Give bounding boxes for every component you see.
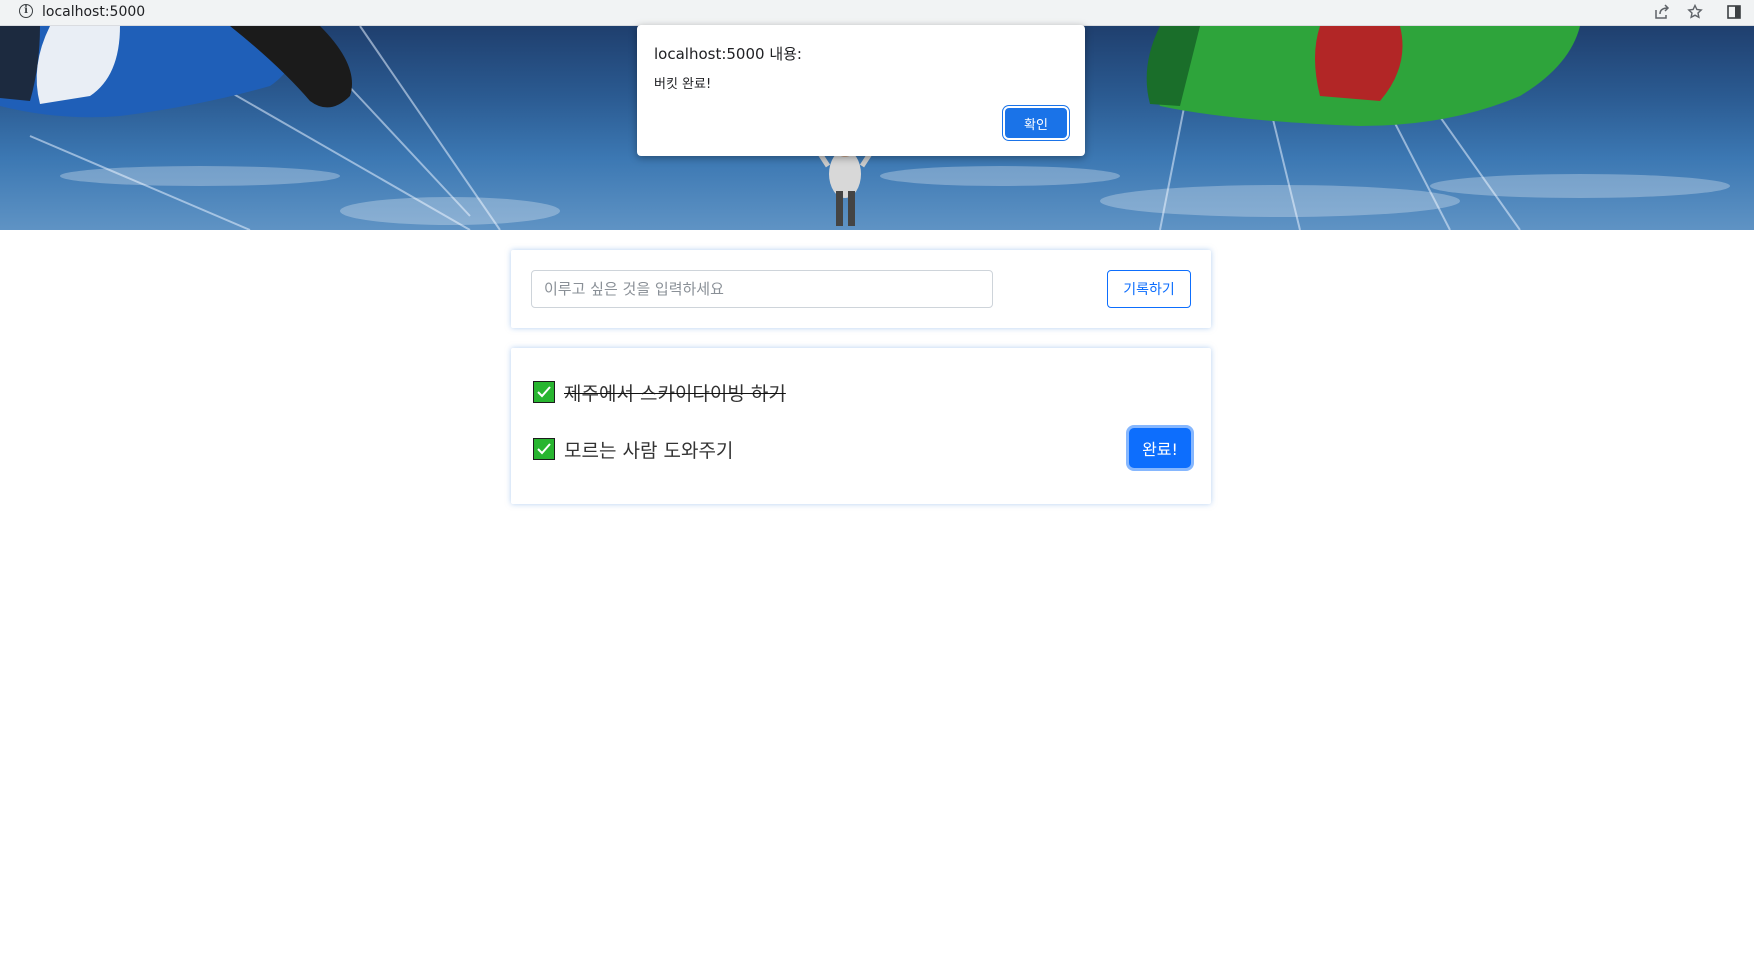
alert-ok-button[interactable]: 확인 bbox=[1005, 108, 1067, 138]
bucket-item-label-done: 제주에서 스카이다이빙 하기 bbox=[564, 382, 786, 405]
alert-message: 버킷 완료! bbox=[654, 77, 712, 92]
alert-dialog: localhost:5000 내용: 버킷 완료! 확인 bbox=[637, 25, 1085, 156]
complete-button[interactable]: 완료! bbox=[1129, 428, 1191, 468]
goal-input-card: 기록하기 bbox=[511, 250, 1211, 328]
browser-address-bar: i localhost:5000 bbox=[0, 0, 1754, 26]
check-icon bbox=[533, 381, 555, 403]
check-icon bbox=[533, 438, 555, 460]
alert-title: localhost:5000 내용: bbox=[654, 45, 802, 63]
record-button[interactable]: 기록하기 bbox=[1107, 270, 1191, 308]
star-icon[interactable] bbox=[1686, 3, 1704, 21]
info-icon[interactable]: i bbox=[19, 4, 33, 18]
list-item: 모르는 사람 도와주기 bbox=[533, 434, 733, 464]
goal-input[interactable] bbox=[531, 270, 993, 308]
url-text[interactable]: localhost:5000 bbox=[42, 4, 145, 20]
bucket-list-card: 제주에서 스카이다이빙 하기 모르는 사람 도와주기 완료! bbox=[511, 348, 1211, 504]
bucket-item-label: 모르는 사람 도와주기 bbox=[564, 439, 734, 462]
sidebar-icon[interactable] bbox=[1725, 3, 1743, 21]
list-item: 제주에서 스카이다이빙 하기 bbox=[533, 377, 786, 407]
share-icon[interactable] bbox=[1653, 3, 1671, 21]
